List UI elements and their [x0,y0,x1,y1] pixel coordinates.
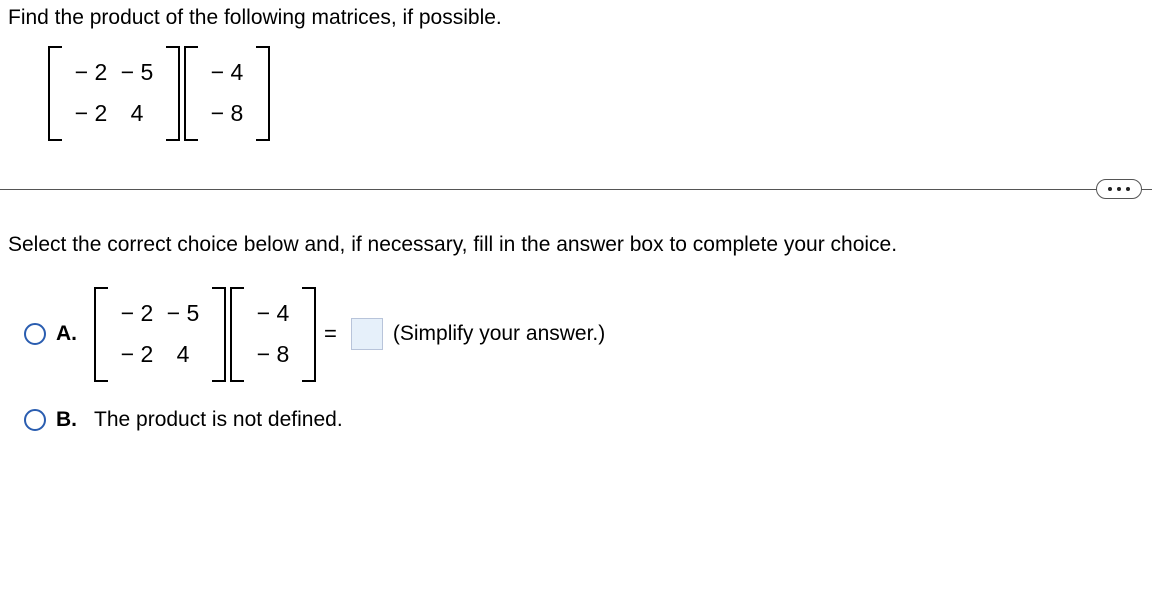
left-bracket-icon [48,46,62,141]
matrix-b-cell: − 8 [204,93,250,134]
choice-a-row: A. − 2 − 5 − 2 4 [24,287,1144,382]
matrix-cell: 4 [160,334,206,375]
radio-a[interactable] [24,323,46,345]
radio-b[interactable] [24,409,46,431]
matrix-b-cell: − 4 [204,52,250,93]
matrix-b-choice: − 4 − 8 [230,287,316,382]
matrix-cell: − 5 [160,293,206,334]
more-options-button[interactable] [1096,179,1142,199]
question-text: Find the product of the following matric… [8,6,1144,30]
right-bracket-icon [302,287,316,382]
equals-sign: = [324,321,337,347]
matrix-a-cell: 4 [114,93,160,134]
answer-hint: (Simplify your answer.) [393,322,605,346]
matrix-cell: − 8 [250,334,296,375]
left-bracket-icon [230,287,244,382]
matrix-cell: − 2 [114,334,160,375]
matrix-cell: − 2 [114,293,160,334]
left-bracket-icon [184,46,198,141]
right-bracket-icon [256,46,270,141]
left-bracket-icon [94,287,108,382]
matrix-a-cell: − 5 [114,52,160,93]
instruction-text: Select the correct choice below and, if … [8,233,1144,257]
choice-a-label: A. [56,322,82,346]
right-bracket-icon [166,46,180,141]
matrix-a-choice: − 2 − 5 − 2 4 [94,287,226,382]
divider [0,189,1152,190]
matrix-a-cell: − 2 [68,52,114,93]
answer-input[interactable] [351,318,383,350]
right-bracket-icon [212,287,226,382]
choice-b-text: The product is not defined. [94,408,343,432]
matrix-a: − 2 − 5 − 2 4 [48,46,180,141]
choice-b-label: B. [56,408,82,432]
matrix-b: − 4 − 8 [184,46,270,141]
matrix-expression: − 2 − 5 − 2 4 − 4 − 8 [48,46,1144,141]
matrix-a-cell: − 2 [68,93,114,134]
choice-b-row: B. The product is not defined. [24,408,1144,432]
matrix-cell: − 4 [250,293,296,334]
